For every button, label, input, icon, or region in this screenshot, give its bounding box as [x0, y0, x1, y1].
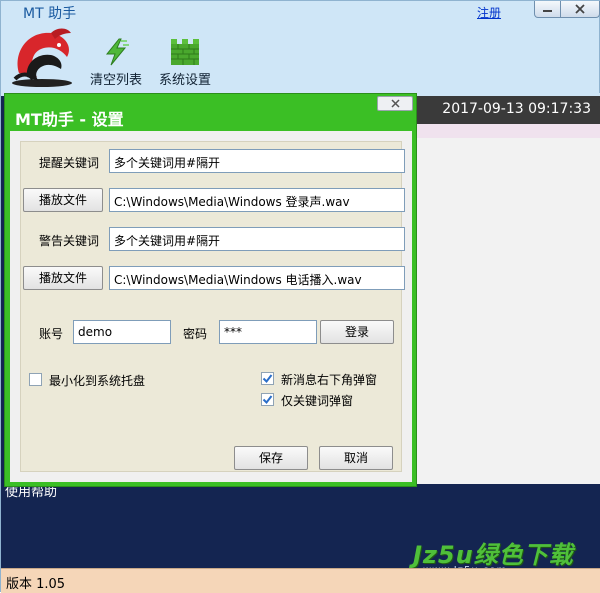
login-button[interactable]: 登录 [320, 320, 394, 344]
account-label: 账号 [39, 327, 64, 341]
close-icon [575, 4, 585, 14]
checkmark-icon [262, 395, 273, 405]
account-input[interactable]: demo [73, 320, 171, 344]
highlight-strip [401, 124, 600, 138]
minimize-icon [543, 10, 552, 12]
brick-wall-icon [171, 39, 199, 65]
settings-dialog: MT助手 - 设置 提醒关键词 多个关键词用#隔开 播放文件 C:\Window… [4, 93, 417, 487]
sound-file-input-1[interactable]: C:\Windows\Media\Windows 登录声.wav [109, 188, 405, 212]
remind-keyword-input[interactable]: 多个关键词用#隔开 [109, 149, 405, 173]
warn-keyword-label: 警告关键词 [39, 234, 100, 248]
version-label: 版本 1.05 [6, 577, 66, 592]
keyword-only-popup-checkbox[interactable] [261, 393, 274, 406]
password-label: 密码 [183, 327, 208, 341]
play-file-button-1[interactable]: 播放文件 [23, 188, 103, 212]
clear-list-tool[interactable]: 清空列表 [87, 37, 145, 88]
warn-keyword-input[interactable]: 多个关键词用#隔开 [109, 227, 405, 251]
system-settings-tool[interactable]: 系统设置 [155, 37, 215, 88]
time-header: 2017-09-13 09:17:33 [401, 96, 600, 124]
dialog-title: MT助手 - 设置 [15, 110, 124, 129]
system-settings-label: 系统设置 [158, 73, 211, 88]
current-time: 2017-09-13 09:17:33 [442, 101, 591, 117]
minimize-tray-label: 最小化到系统托盘 [49, 374, 146, 388]
dialog-close-button[interactable] [377, 96, 413, 111]
koi-logo-icon [12, 28, 72, 87]
close-icon [390, 99, 400, 108]
password-input[interactable]: *** [219, 320, 317, 344]
lightning-icon [105, 38, 129, 66]
popup-new-message-label: 新消息右下角弹窗 [281, 373, 378, 387]
popup-new-message-checkbox[interactable] [261, 372, 274, 385]
keyword-only-popup-label: 仅关键词弹窗 [281, 394, 354, 408]
play-file-button-2[interactable]: 播放文件 [23, 266, 103, 290]
checkmark-icon [262, 374, 273, 384]
app-title: MT 助手 [23, 6, 77, 22]
save-button[interactable]: 保存 [234, 446, 308, 470]
remind-keyword-label: 提醒关键词 [39, 156, 100, 170]
minimize-button[interactable] [534, 1, 561, 18]
register-link[interactable]: 注册 [477, 4, 501, 21]
sound-file-input-2[interactable]: C:\Windows\Media\Windows 电话播入.wav [109, 266, 405, 290]
message-panel [401, 138, 600, 484]
minimize-tray-checkbox[interactable] [29, 373, 42, 386]
clear-list-label: 清空列表 [89, 73, 142, 88]
status-bar: 版本 1.05 [1, 568, 600, 593]
close-button[interactable] [560, 1, 600, 18]
cancel-button[interactable]: 取消 [319, 446, 393, 470]
dialog-body: 提醒关键词 多个关键词用#隔开 播放文件 C:\Windows\Media\Wi… [10, 131, 412, 482]
settings-panel: 提醒关键词 多个关键词用#隔开 播放文件 C:\Windows\Media\Wi… [20, 141, 405, 472]
